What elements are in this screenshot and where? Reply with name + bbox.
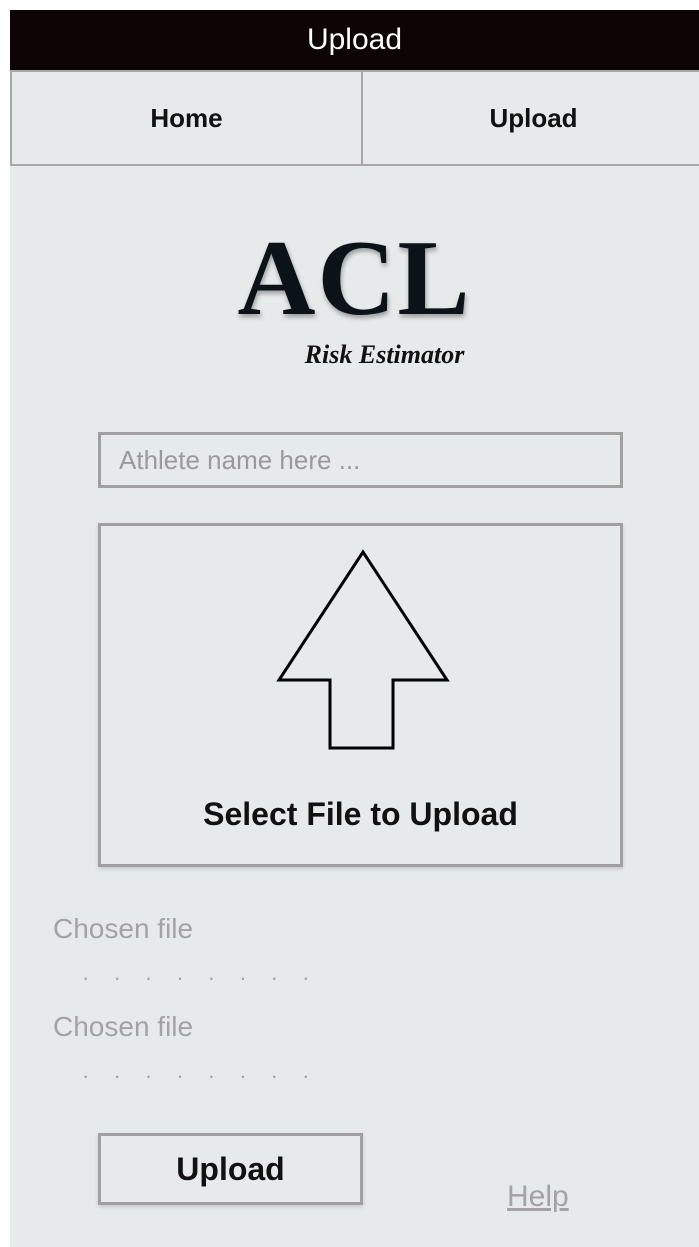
help-link[interactable]: Help: [507, 1180, 569, 1214]
tab-home-label: Home: [150, 102, 223, 133]
window-title: Upload: [306, 23, 403, 56]
tab-upload[interactable]: Upload: [361, 70, 699, 166]
logo-title: ACL: [237, 219, 472, 338]
chosen-file-value: · · · · · · · ·: [82, 965, 319, 990]
chosen-file-label: Chosen file: [53, 1011, 194, 1042]
athlete-name-input[interactable]: [98, 432, 623, 488]
upload-arrow-icon: [276, 549, 450, 750]
drop-zone-label: Select File to Upload: [203, 796, 518, 832]
chosen-file-value: · · · · · · · ·: [82, 1063, 319, 1088]
logo-subtitle: Risk Estimator: [304, 340, 465, 369]
upload-button[interactable]: Upload: [98, 1133, 363, 1205]
file-drop-zone[interactable]: Select File to Upload: [98, 523, 623, 867]
chosen-file-label: Chosen file: [53, 913, 194, 944]
title-bar: Upload: [10, 10, 699, 70]
tab-home[interactable]: Home: [10, 70, 363, 166]
app-window: Upload Home Upload ACL Risk Estimator Se…: [10, 10, 699, 1247]
tab-upload-label: Upload: [489, 102, 578, 133]
